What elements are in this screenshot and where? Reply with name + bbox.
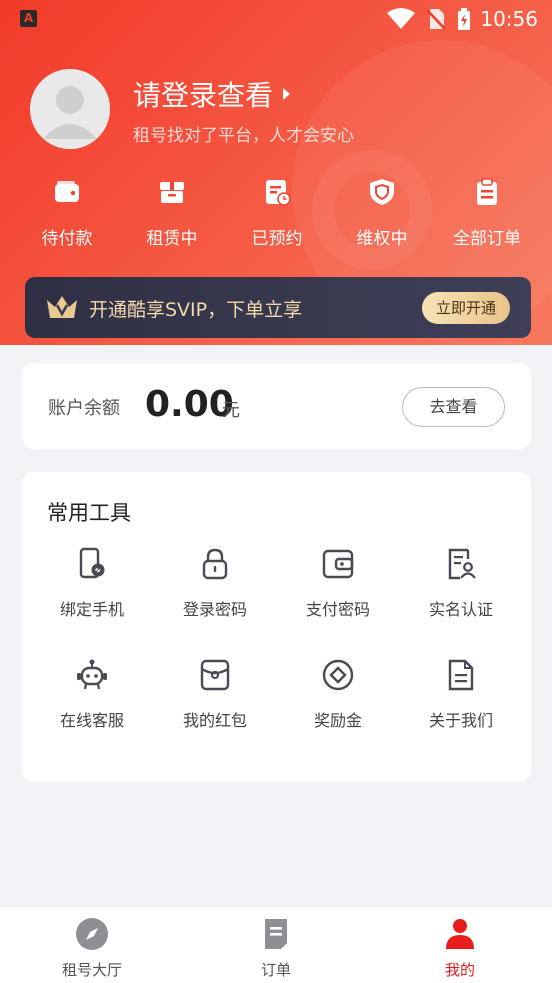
tools-title: 常用工具 xyxy=(47,501,131,525)
robot-icon xyxy=(77,659,107,690)
order-shortcut-label: 全部订单 xyxy=(453,229,521,249)
tab-label: 租号大厅 xyxy=(61,961,122,979)
tool-label: 支付密码 xyxy=(305,600,370,619)
battery-charging-icon xyxy=(458,8,470,30)
tab-mine[interactable]: 我的 xyxy=(395,917,525,980)
view-balance-button[interactable]: 去查看 xyxy=(402,387,505,427)
order-shortcut-label: 待付款 xyxy=(41,229,93,249)
order-shortcut-label: 已预约 xyxy=(251,229,303,249)
balance-amount: 0.00 xyxy=(145,384,234,425)
order-shortcut-label: 租赁中 xyxy=(146,229,198,249)
tab-orders[interactable]: 订单 xyxy=(211,917,341,980)
compass-icon xyxy=(76,918,108,950)
tool-label: 关于我们 xyxy=(428,711,493,730)
order-shortcut-dispute[interactable]: 维权中 xyxy=(327,177,437,249)
tool-bind-phone[interactable]: 绑定手机 xyxy=(37,547,147,620)
tab-rental-hall[interactable]: 租号大厅 xyxy=(27,917,157,980)
wifi-icon xyxy=(387,8,415,29)
tool-about-us[interactable]: 关于我们 xyxy=(406,658,516,731)
clipboard-icon xyxy=(477,178,497,205)
red-packet-icon xyxy=(200,659,230,691)
tool-my-red-packet[interactable]: 我的红包 xyxy=(160,658,270,731)
bottom-tab-bar: 租号大厅 订单 我的 xyxy=(0,906,552,983)
lock-icon xyxy=(202,548,228,580)
tool-label: 我的红包 xyxy=(182,711,247,730)
default-avatar-icon xyxy=(30,69,110,149)
tab-label: 我的 xyxy=(444,961,475,979)
wallet-icon xyxy=(55,181,79,202)
tools-card: 常用工具 绑定手机 登录密码 支付密码 实名认证 在线客服 我的红包 奖励金 关… xyxy=(22,472,531,782)
order-shortcuts: 待付款 租赁中 已预约 维权中 全部订单 xyxy=(0,177,552,249)
tab-label: 订单 xyxy=(260,961,291,979)
coin-icon xyxy=(322,659,354,691)
profile-header: A 10:56 请登录查看 租号找对了平台，人才会安心 待付款 租赁中 已预约 xyxy=(0,0,552,345)
tool-payment-password[interactable]: 支付密码 xyxy=(283,547,393,620)
reservation-icon xyxy=(266,180,291,206)
status-time: 10:56 xyxy=(480,7,538,31)
avatar[interactable] xyxy=(30,69,110,149)
vip-text: 开通酷享SVIP，下单立享 xyxy=(89,299,303,321)
order-shortcut-renting[interactable]: 租赁中 xyxy=(117,177,227,249)
no-sim-icon xyxy=(426,9,446,30)
tool-online-service[interactable]: 在线客服 xyxy=(37,658,147,731)
box-icon xyxy=(160,182,184,203)
order-shortcut-reserved[interactable]: 已预约 xyxy=(222,177,332,249)
status-bar: A 10:56 xyxy=(0,0,552,38)
id-doc-icon xyxy=(448,548,476,580)
phone-link-icon xyxy=(79,547,105,579)
user-icon xyxy=(446,919,474,949)
shield-icon xyxy=(370,179,394,205)
login-link[interactable]: 请登录查看 xyxy=(133,74,291,114)
order-shortcut-label: 维权中 xyxy=(356,229,408,249)
tool-label: 奖励金 xyxy=(313,711,362,730)
vip-banner[interactable]: 开通酷享SVIP，下单立享 立即开通 xyxy=(25,277,531,338)
vip-open-button[interactable]: 立即开通 xyxy=(422,292,510,324)
caret-right-icon xyxy=(283,88,291,100)
tool-label: 在线客服 xyxy=(59,711,124,730)
tool-label: 绑定手机 xyxy=(59,600,124,619)
tool-reward[interactable]: 奖励金 xyxy=(283,658,393,731)
crown-icon xyxy=(47,296,77,318)
app-notification-icon: A xyxy=(20,10,37,27)
document-icon xyxy=(448,659,474,691)
tool-login-password[interactable]: 登录密码 xyxy=(160,547,270,620)
order-shortcut-pending-payment[interactable]: 待付款 xyxy=(12,177,122,249)
tool-real-name-verify[interactable]: 实名认证 xyxy=(406,547,516,620)
balance-card: 账户余额 0.00 元 去查看 xyxy=(22,363,531,449)
order-doc-icon xyxy=(265,919,287,949)
tool-label: 登录密码 xyxy=(182,600,247,619)
order-shortcut-all-orders[interactable]: 全部订单 xyxy=(432,177,542,249)
balance-unit: 元 xyxy=(222,400,240,421)
wallet-card-icon xyxy=(322,549,354,579)
tool-label: 实名认证 xyxy=(428,600,493,619)
profile-subtitle: 租号找对了平台，人才会安心 xyxy=(133,126,354,146)
balance-label: 账户余额 xyxy=(48,398,120,419)
login-title: 请登录查看 xyxy=(133,79,274,112)
